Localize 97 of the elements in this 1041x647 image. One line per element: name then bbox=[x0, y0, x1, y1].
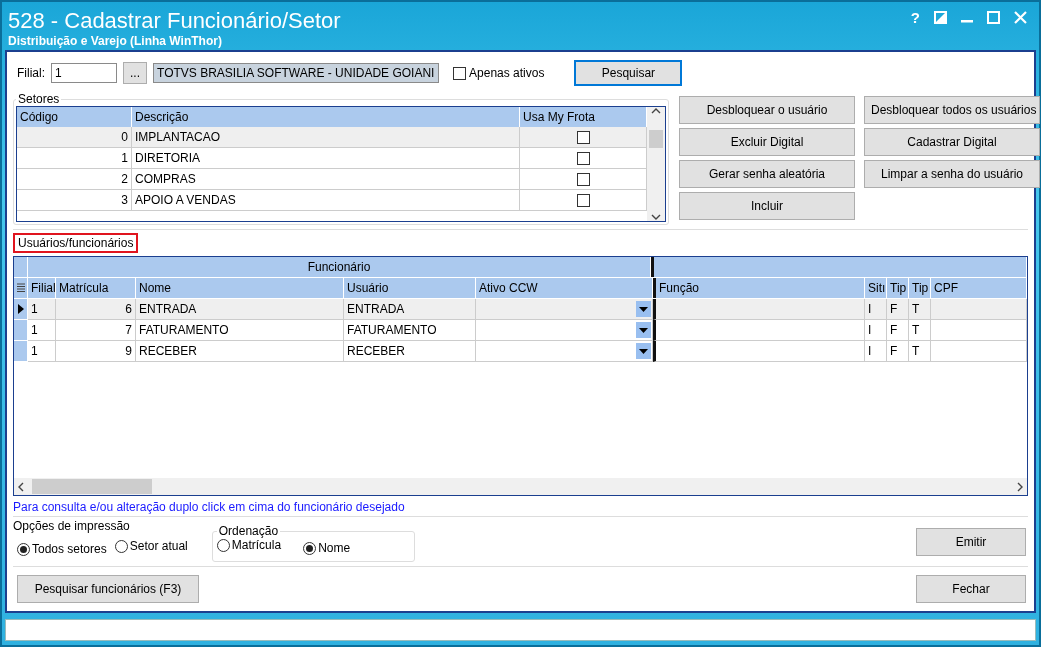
table-cell: RECEBER bbox=[344, 341, 476, 362]
radio-button[interactable] bbox=[17, 542, 30, 556]
table-cell: COMPRAS bbox=[132, 169, 520, 190]
scroll-left-icon[interactable] bbox=[17, 481, 24, 492]
table-cell: 0 bbox=[17, 127, 132, 148]
dropdown-button[interactable] bbox=[636, 343, 651, 359]
column-header[interactable]: Usa My Frota bbox=[520, 107, 647, 127]
action-button[interactable]: Gerar senha aleatória bbox=[679, 160, 855, 188]
action-button[interactable]: Desbloquear todos os usuários bbox=[864, 96, 1040, 124]
radio-label: Matrícula bbox=[231, 538, 282, 552]
dropdown-arrow-icon bbox=[639, 327, 648, 333]
column-group-header: Funcionário bbox=[28, 257, 651, 277]
table-cell: 1 bbox=[28, 299, 56, 320]
section-title: Setores bbox=[17, 92, 61, 106]
window-title: 528 - Cadastrar Funcionário/Setor bbox=[8, 8, 341, 34]
search-employees-button[interactable]: Pesquisar funcionários (F3) bbox=[17, 575, 199, 603]
column-chooser-icon[interactable] bbox=[16, 283, 25, 293]
lookup-button[interactable]: ... bbox=[123, 62, 148, 84]
table-cell: 6 bbox=[56, 299, 136, 320]
section-tab[interactable]: Usuários/funcionários bbox=[13, 233, 139, 253]
table-cell: T bbox=[909, 320, 931, 341]
action-button[interactable]: Incluir bbox=[679, 192, 855, 220]
table-cell: I bbox=[865, 341, 887, 362]
current-row-icon bbox=[17, 304, 24, 314]
column-header[interactable]: Filial bbox=[28, 278, 56, 298]
action-button[interactable]: Excluir Digital bbox=[679, 128, 855, 156]
action-button[interactable]: Limpar a senha do usuário bbox=[864, 160, 1040, 188]
active-only-checkbox[interactable] bbox=[453, 66, 467, 80]
column-header[interactable]: Usuário bbox=[344, 278, 476, 298]
column-header[interactable]: Matrícula bbox=[56, 278, 136, 298]
radio-button[interactable] bbox=[303, 541, 317, 555]
table-cell: ENTRADA bbox=[344, 299, 476, 320]
table-cell: 1 bbox=[28, 320, 56, 341]
table-cell: APOIO A VENDAS bbox=[132, 190, 520, 211]
dropdown-arrow-icon bbox=[639, 348, 648, 354]
scroll-up-icon[interactable] bbox=[651, 107, 661, 114]
column-header[interactable]: Ativo CCW bbox=[476, 278, 653, 298]
table-cell: 2 bbox=[17, 169, 132, 190]
scroll-thumb[interactable] bbox=[649, 130, 663, 148]
column-header[interactable]: Tip bbox=[887, 278, 909, 298]
table-cell: 7 bbox=[56, 320, 136, 341]
column-header[interactable]: Código bbox=[17, 107, 132, 127]
column-header[interactable]: Nome bbox=[136, 278, 344, 298]
column-header[interactable]: Tip bbox=[909, 278, 931, 298]
action-button[interactable]: Cadastrar Digital bbox=[864, 128, 1040, 156]
group-title: Ordenação bbox=[217, 524, 280, 538]
table-cell: T bbox=[909, 299, 931, 320]
dropdown-button[interactable] bbox=[636, 322, 651, 338]
table-checkbox[interactable] bbox=[576, 151, 590, 165]
close-icon[interactable] bbox=[1014, 10, 1027, 24]
emit-button[interactable]: Emitir bbox=[916, 528, 1026, 556]
dropdown-arrow-icon bbox=[639, 306, 648, 312]
search-button[interactable]: Pesquisar bbox=[574, 60, 683, 86]
table-cell: I bbox=[865, 320, 887, 341]
filial-name-field: TOTVS BRASILIA SOFTWARE - UNIDADE GOIANI bbox=[153, 63, 440, 83]
dropdown-button[interactable] bbox=[636, 301, 651, 317]
table-cell: F bbox=[887, 320, 909, 341]
radio-button[interactable] bbox=[216, 538, 230, 552]
table-cell: 1 bbox=[17, 148, 132, 169]
column-header[interactable]: Sitı bbox=[865, 278, 887, 298]
table-cell: FATURAMENTO bbox=[136, 320, 344, 341]
scroll-right-icon[interactable] bbox=[1017, 481, 1024, 492]
radio-label: Nome bbox=[318, 541, 351, 555]
radio-label: Todos setores bbox=[32, 542, 107, 556]
table-checkbox[interactable] bbox=[576, 193, 590, 207]
hint-text: Para consulta e/ou alteração duplo click em cima do funcionário desejado bbox=[13, 500, 406, 514]
active-only-label: Apenas ativos bbox=[469, 66, 545, 80]
action-button[interactable]: Desbloquear o usuário bbox=[679, 96, 855, 124]
table-cell: F bbox=[887, 299, 909, 320]
table-checkbox[interactable] bbox=[576, 130, 590, 144]
column-header[interactable]: CPF bbox=[931, 278, 1027, 298]
radio-label: Setor atual bbox=[129, 539, 188, 553]
table-cell: I bbox=[865, 299, 887, 320]
column-header[interactable]: Descrição bbox=[132, 107, 520, 127]
table-cell: 3 bbox=[17, 190, 132, 211]
table-cell: 1 bbox=[28, 341, 56, 362]
section-title: Opções de impressão bbox=[13, 519, 131, 533]
table-cell: F bbox=[887, 341, 909, 362]
filial-field[interactable]: 1 bbox=[51, 63, 117, 83]
theme-toggle-icon[interactable] bbox=[934, 10, 947, 24]
table-cell: RECEBER bbox=[136, 341, 344, 362]
radio-button[interactable] bbox=[114, 539, 128, 553]
table-cell: DIRETORIA bbox=[132, 148, 520, 169]
close-button[interactable]: Fechar bbox=[916, 575, 1026, 603]
table-cell: ENTRADA bbox=[136, 299, 344, 320]
scroll-thumb[interactable] bbox=[32, 479, 152, 494]
table-cell: FATURAMENTO bbox=[344, 320, 476, 341]
table-cell: 9 bbox=[56, 341, 136, 362]
maximize-icon[interactable] bbox=[987, 10, 1000, 24]
column-header[interactable]: Função bbox=[653, 278, 865, 298]
filial-label: Filial: bbox=[17, 66, 45, 80]
table-cell: T bbox=[909, 341, 931, 362]
table-checkbox[interactable] bbox=[576, 172, 590, 186]
row-selector[interactable] bbox=[14, 299, 28, 320]
window-subtitle: Distribuição e Varejo (Linha WinThor) bbox=[8, 34, 223, 48]
scroll-down-icon[interactable] bbox=[651, 214, 661, 221]
table-cell: IMPLANTACAO bbox=[132, 127, 520, 148]
